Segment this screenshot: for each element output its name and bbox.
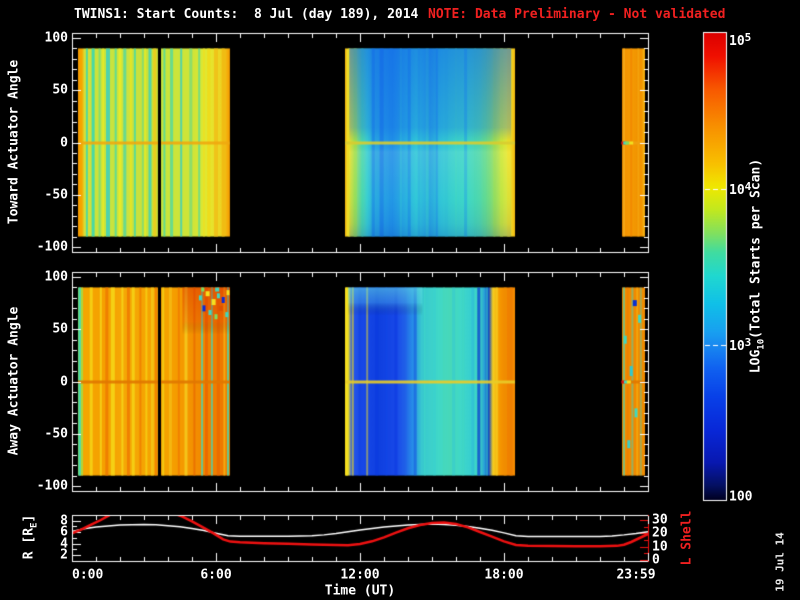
ylabel-r: R [RE] — [21, 514, 40, 560]
y-tick-label-toward: 50 — [52, 82, 68, 98]
date-stamp: 19 Jul 14 — [773, 532, 787, 592]
x-tick-label: 18:00 — [484, 567, 524, 583]
y-tick-label-away: -50 — [44, 426, 68, 442]
page-title: TWINS1: Start Counts: 8 Jul (day 189), 2… — [74, 7, 419, 22]
colorbar-title: LOG10(Total Starts per Scan) — [748, 158, 767, 374]
y-tick-label-lshell: 10 — [652, 539, 668, 555]
y-tick-label-away: 50 — [52, 321, 68, 337]
twins-plot-page: TWINS1: Start Counts: 8 Jul (day 189), 2… — [0, 0, 800, 600]
colorbar-tick-label: 103 — [729, 336, 752, 354]
y-tick-label-away: 0 — [60, 374, 68, 389]
colorbar-tick-label: 105 — [729, 31, 752, 49]
y-tick-label-lshell: 20 — [652, 525, 668, 541]
y-tick-label-toward: 0 — [60, 135, 68, 150]
y-tick-label-r: 2 — [60, 547, 68, 563]
preliminary-note: NOTE: Data Preliminary - Not validated — [428, 7, 726, 22]
y-tick-label-lshell: 30 — [652, 512, 668, 528]
xlabel-time: Time (UT) — [324, 583, 396, 599]
colorbar-tick-label: 104 — [729, 180, 752, 198]
colorbar-tick-label: 100 — [729, 489, 753, 505]
y-tick-label-toward: 100 — [44, 30, 68, 46]
y-tick-label-lshell: 0 — [652, 552, 660, 568]
y-tick-label-away: 100 — [44, 269, 68, 285]
ylabel-lshell: L Shell — [679, 510, 695, 566]
ylabel-toward: Toward Actuator Angle — [6, 59, 22, 225]
y-tick-label-toward: -100 — [36, 239, 68, 255]
x-tick-label: 0:00 — [72, 567, 104, 583]
ylabel-away: Away Actuator Angle — [6, 306, 22, 456]
y-tick-label-toward: -50 — [44, 187, 68, 203]
x-tick-label: 23:59 — [616, 567, 656, 583]
x-tick-label: 12:00 — [340, 567, 380, 583]
y-tick-label-away: -100 — [36, 478, 68, 494]
x-tick-label: 6:00 — [200, 567, 232, 583]
